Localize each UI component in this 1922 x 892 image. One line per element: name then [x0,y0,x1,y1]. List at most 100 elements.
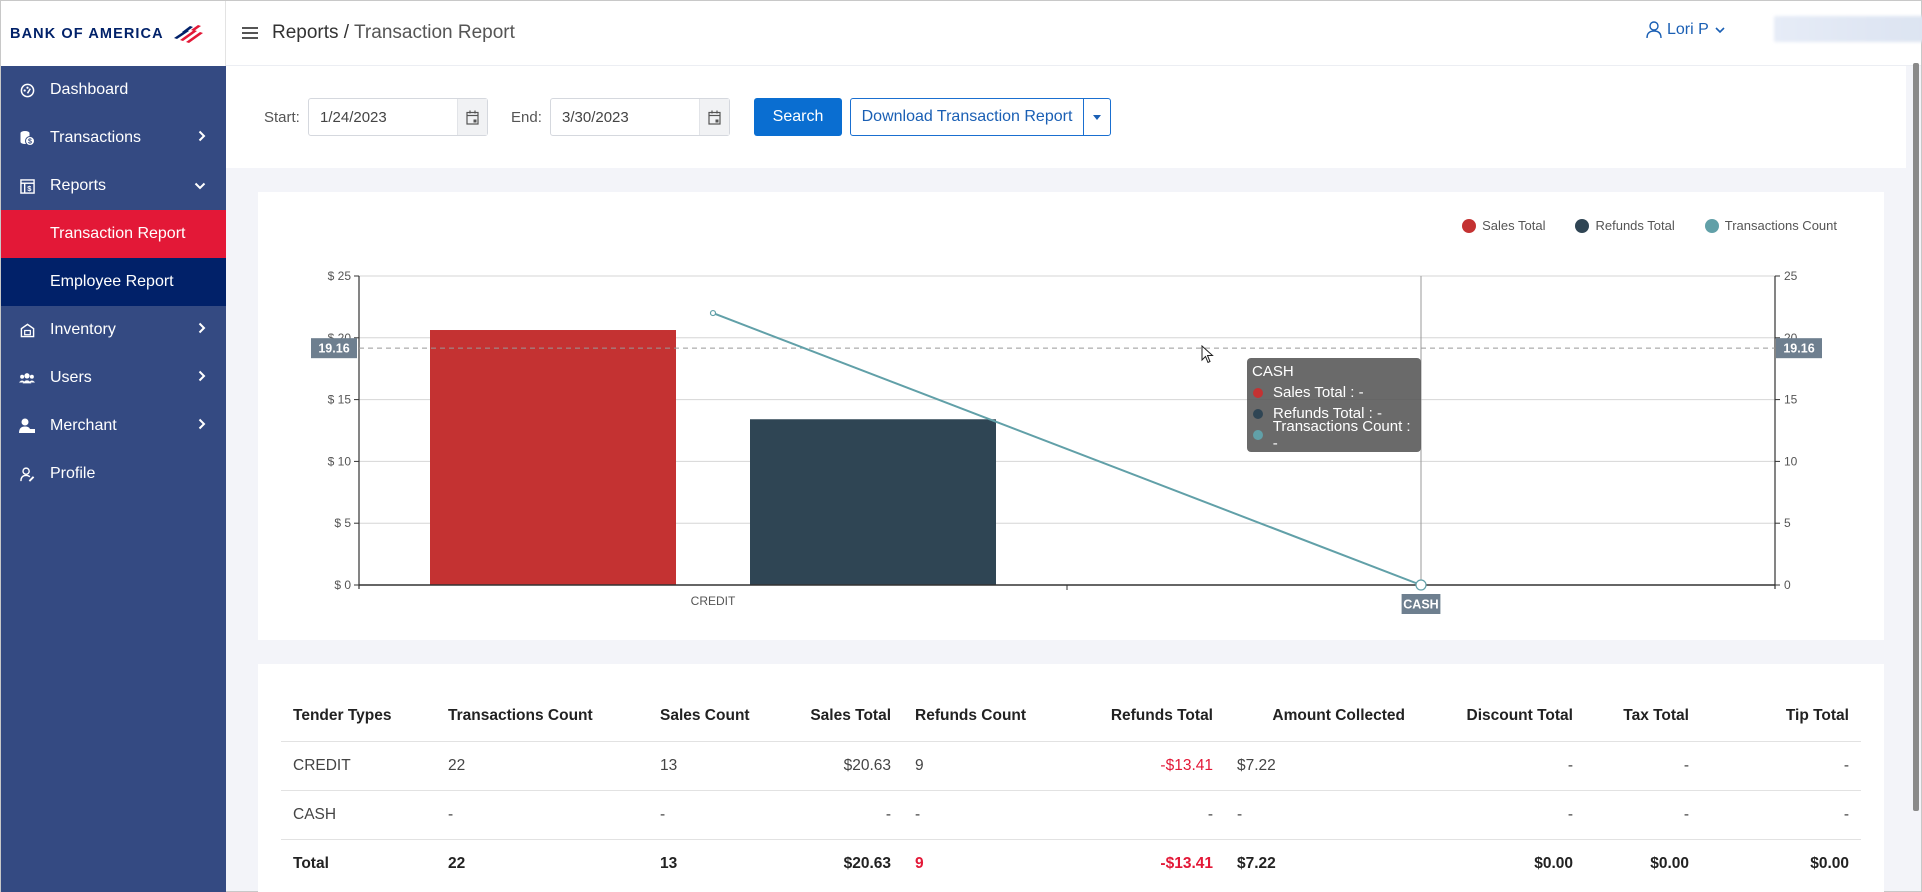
x-tick-label: CREDIT [691,594,736,608]
col-header[interactable]: Discount Total [1417,691,1585,742]
col-header[interactable]: Tip Total [1701,691,1861,742]
search-button[interactable]: Search [754,98,842,136]
cell-sales-count: 13 [660,854,678,872]
svg-text:$: $ [28,139,32,146]
calendar-icon[interactable] [699,99,729,135]
chart-tooltip: CASH Sales Total : - Refunds Total : - T… [1247,358,1421,452]
breadcrumb: Reports / Transaction Report [272,22,515,44]
tooltip-row: Transactions Count : - [1252,418,1416,452]
end-date-value[interactable]: 3/30/2023 [551,99,699,135]
end-date-field[interactable]: 3/30/2023 [550,98,730,136]
flag-logo-icon [173,24,203,43]
crosshair-left-label: 19.16 [318,342,349,356]
cell-sales-total: - [783,790,903,840]
cell-discount-total: $0.00 [1534,854,1573,872]
y-right-tick-label: 15 [1784,393,1798,407]
tooltip-title: CASH [1252,363,1294,380]
tooltip-row: Sales Total : - [1252,382,1416,403]
sidebar-item-profile[interactable]: Profile [1,450,226,498]
tooltip-dot [1253,387,1263,398]
cell-transactions-count: 22 [448,854,466,872]
cell-sales-count: - [648,790,783,840]
sidebar-subitem-label: Employee Report [50,273,174,290]
cell-tender-type: CREDIT [281,741,436,791]
merchant-icon [19,418,35,434]
chevron-right-icon [198,417,206,435]
sidebar-subitem-transaction-report[interactable]: Transaction Report [1,210,226,258]
sidebar-item-dashboard[interactable]: Dashboard [1,66,226,114]
cell-amount-collected: - [1225,790,1417,840]
cell-transactions-count: - [436,790,648,840]
bar-sales-total [430,330,676,585]
y-left-tick-label: $ 5 [334,516,351,530]
transaction-chart[interactable]: $ 0 0$ 5 5$ 10 10$ 15 15$ 20 20$ 25 25CREDIT19… [258,192,1884,640]
chevron-right-icon [198,129,206,147]
cell-tax-total: $0.00 [1650,854,1689,872]
x-tick-label-highlighted: CASH [1403,598,1438,612]
cell-tax-total: - [1585,741,1701,791]
sidebar-item-transactions[interactable]: $ Transactions [1,114,226,162]
sidebar-item-label: Transactions [50,129,141,146]
cell-refunds-count: - [903,790,1053,840]
table-row: CASH - - - - - - - - - [281,790,1861,840]
sidebar-subitem-employee-report[interactable]: Employee Report [1,258,226,306]
transaction-report-table: Tender Types Transactions Count Sales Co… [281,691,1861,888]
table-header-row: Tender Types Transactions Count Sales Co… [281,691,1861,742]
y-right-tick-label: 5 [1784,516,1791,530]
breadcrumb-parent[interactable]: Reports / [272,22,349,43]
cell-transactions-count: 22 [436,741,648,791]
page-scrollbar[interactable] [1913,63,1919,811]
user-menu-button[interactable]: Lori P [1646,21,1725,39]
sidebar-subitem-label: Transaction Report [50,225,186,242]
sidebar-item-users[interactable]: Users [1,354,226,402]
col-header[interactable]: Refunds Count [903,691,1053,742]
cell-tip-total: $0.00 [1810,854,1849,872]
chevron-right-icon [198,369,206,387]
download-report-button[interactable]: Download Transaction Report [850,98,1084,136]
cell-tip-total: - [1701,741,1861,791]
sidebar-item-merchant[interactable]: Merchant [1,402,226,450]
start-date-label: Start: [264,109,300,126]
col-header[interactable]: Sales Total [783,691,903,742]
download-options-dropdown[interactable] [1083,98,1111,136]
end-date-label: End: [511,109,542,126]
y-right-tick-label: 25 [1784,269,1798,283]
col-header[interactable]: Refunds Total [1053,691,1225,742]
col-header[interactable]: Transactions Count [436,691,648,742]
table-total-row: Total 22 13 $20.63 9 -$13.41 $7.22 $0.00… [281,839,1861,888]
tooltip-text: Sales Total : - [1273,384,1364,401]
mouse-cursor-icon [1201,345,1214,364]
cell-refunds-total: - [1053,790,1225,840]
merchant-selector-redacted[interactable] [1774,16,1922,42]
coins-icon: $ [19,130,35,146]
col-header[interactable]: Sales Count [648,691,783,742]
sidebar-item-inventory[interactable]: Inventory [1,306,226,354]
calendar-icon[interactable] [457,99,487,135]
cell-amount-collected: $7.22 [1225,741,1417,791]
sidebar-item-reports[interactable]: $ Reports [1,162,226,210]
users-icon [19,370,35,386]
user-name: Lori P [1667,21,1709,38]
hamburger-menu-icon[interactable] [242,24,258,42]
cell-tender-type: CASH [281,790,436,840]
cell-discount-total: - [1417,790,1585,840]
sidebar-item-label: Profile [50,465,96,482]
line-point [1415,579,1427,591]
col-header[interactable]: Tender Types [281,691,436,742]
filter-bar: Start: 1/24/2023 End: 3/30/2023 Search D… [226,66,1906,168]
start-date-field[interactable]: 1/24/2023 [308,98,488,136]
dashboard-icon [19,82,35,98]
top-header: Reports / Transaction Report Lori P Log … [226,1,1922,66]
y-right-tick-label: 0 [1784,578,1791,592]
caret-down-icon [1093,114,1101,120]
svg-text:$: $ [27,184,32,193]
crosshair-right-label: 19.16 [1783,342,1814,356]
col-header[interactable]: Tax Total [1585,691,1701,742]
start-date-value[interactable]: 1/24/2023 [309,99,457,135]
col-header[interactable]: Amount Collected [1225,691,1417,742]
sidebar-item-label: Users [50,369,92,386]
tooltip-dot [1253,429,1263,440]
brand-logo[interactable]: BANK OF AMERICA [1,1,226,66]
y-right-tick-label: 10 [1784,454,1798,468]
inventory-icon [19,322,35,338]
